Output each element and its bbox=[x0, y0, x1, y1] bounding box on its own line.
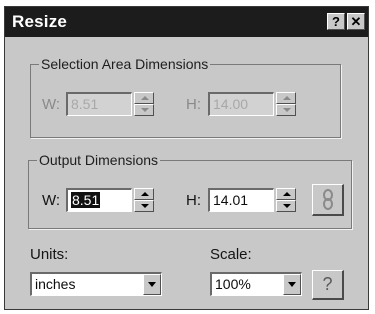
spinner-up-button[interactable] bbox=[134, 188, 154, 200]
selection-width-spinner[interactable] bbox=[134, 92, 154, 116]
output-height-field[interactable]: 14.01 bbox=[208, 188, 274, 212]
link-dimensions-button[interactable] bbox=[312, 184, 344, 216]
scale-dropdown-button[interactable] bbox=[283, 274, 301, 295]
units-select[interactable]: inches bbox=[30, 272, 162, 296]
spinner-up-button[interactable] bbox=[276, 92, 296, 104]
arrow-up-icon bbox=[283, 96, 291, 100]
selection-height-label: H: bbox=[186, 96, 201, 113]
output-height-spinner[interactable] bbox=[276, 188, 296, 212]
scale-label: Scale: bbox=[210, 246, 252, 263]
title-help-button[interactable]: ? bbox=[327, 13, 345, 30]
question-mark-icon: ? bbox=[322, 274, 333, 294]
selection-width-field[interactable]: 8.51 bbox=[66, 92, 132, 116]
help-button[interactable]: ? bbox=[312, 270, 344, 300]
arrow-down-icon bbox=[141, 204, 149, 208]
title-bar[interactable]: Resize ? ✕ bbox=[5, 7, 368, 37]
arrow-down-icon bbox=[283, 108, 291, 112]
spinner-down-button[interactable] bbox=[134, 200, 154, 212]
output-width-field[interactable]: 8.51 bbox=[66, 188, 132, 212]
spinner-up-button[interactable] bbox=[276, 188, 296, 200]
arrow-down-icon bbox=[283, 204, 291, 208]
spinner-down-button[interactable] bbox=[276, 200, 296, 212]
output-width-value: 8.51 bbox=[71, 192, 101, 208]
arrow-up-icon bbox=[141, 192, 149, 196]
arrow-up-icon bbox=[283, 192, 291, 196]
question-mark-icon: ? bbox=[332, 14, 340, 29]
selection-height-spinner[interactable] bbox=[276, 92, 296, 116]
selection-height-field[interactable]: 14.00 bbox=[208, 92, 274, 116]
spinner-down-button[interactable] bbox=[134, 104, 154, 116]
scale-selected-value: 100% bbox=[215, 276, 251, 292]
close-button[interactable]: ✕ bbox=[347, 13, 365, 30]
arrow-down-icon bbox=[141, 108, 149, 112]
output-width-spinner[interactable] bbox=[134, 188, 154, 212]
units-dropdown-button[interactable] bbox=[143, 274, 161, 295]
selection-width-label: W: bbox=[42, 96, 61, 113]
scale-select[interactable]: 100% bbox=[210, 272, 302, 296]
units-label: Units: bbox=[30, 246, 69, 263]
close-icon: ✕ bbox=[350, 14, 362, 29]
selection-area-legend: Selection Area Dimensions bbox=[39, 56, 211, 72]
window-title: Resize bbox=[12, 12, 68, 31]
spinner-up-button[interactable] bbox=[134, 92, 154, 104]
output-width-label: W: bbox=[42, 192, 61, 209]
chevron-down-icon bbox=[148, 282, 156, 287]
chevron-down-icon bbox=[288, 282, 296, 287]
output-height-label: H: bbox=[186, 192, 201, 209]
units-selected-value: inches bbox=[35, 276, 76, 292]
chain-link-icon bbox=[323, 189, 333, 210]
arrow-up-icon bbox=[141, 96, 149, 100]
output-dimensions-legend: Output Dimensions bbox=[37, 152, 161, 168]
spinner-down-button[interactable] bbox=[276, 104, 296, 116]
